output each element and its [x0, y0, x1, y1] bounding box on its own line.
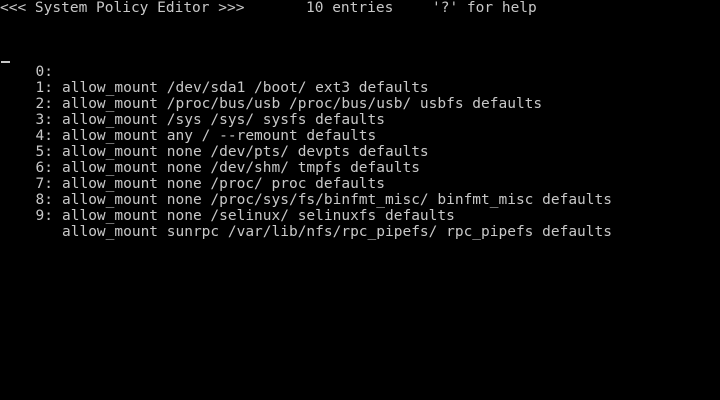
policy-entry-list: 0: allow_mount /dev/sda1 /boot/ ext3 def…	[0, 48, 720, 240]
policy-entry[interactable]: 1: allow_mount /proc/bus/usb /proc/bus/u…	[0, 64, 720, 112]
policy-entry[interactable]: 3: allow_mount any / --remount defaults	[0, 96, 720, 144]
policy-entry[interactable]: 0: allow_mount /dev/sda1 /boot/ ext3 def…	[0, 48, 720, 96]
policy-entry[interactable]: 2: allow_mount /sys /sys/ sysfs defaults	[0, 80, 720, 128]
entry-index: 9:	[35, 208, 53, 224]
editor-title: <<< System Policy Editor >>>	[0, 0, 245, 16]
policy-entry[interactable]: 7: allow_mount none /proc/sys/fs/binfmt_…	[0, 160, 720, 208]
entry-text: allow_mount sunrpc /var/lib/nfs/rpc_pipe…	[62, 224, 612, 240]
policy-entry[interactable]: 8: allow_mount none /selinux/ selinuxfs …	[0, 176, 720, 224]
editor-header: <<< System Policy Editor >>> 10 entries …	[0, 0, 720, 16]
policy-entry[interactable]: 5: allow_mount none /dev/shm/ tmpfs defa…	[0, 128, 720, 176]
terminal-screen[interactable]: <<< System Policy Editor >>> 10 entries …	[0, 0, 720, 400]
entry-text: allow_mount none /selinux/ selinuxfs def…	[62, 208, 455, 224]
help-hint: '?' for help	[432, 0, 537, 16]
policy-entry[interactable]: 6: allow_mount none /proc/ proc defaults	[0, 144, 720, 192]
policy-entry[interactable]: 4: allow_mount none /dev/pts/ devpts def…	[0, 112, 720, 160]
policy-entry[interactable]: 9: allow_mount sunrpc /var/lib/nfs/rpc_p…	[0, 192, 720, 240]
entry-count: 10 entries	[306, 0, 394, 16]
